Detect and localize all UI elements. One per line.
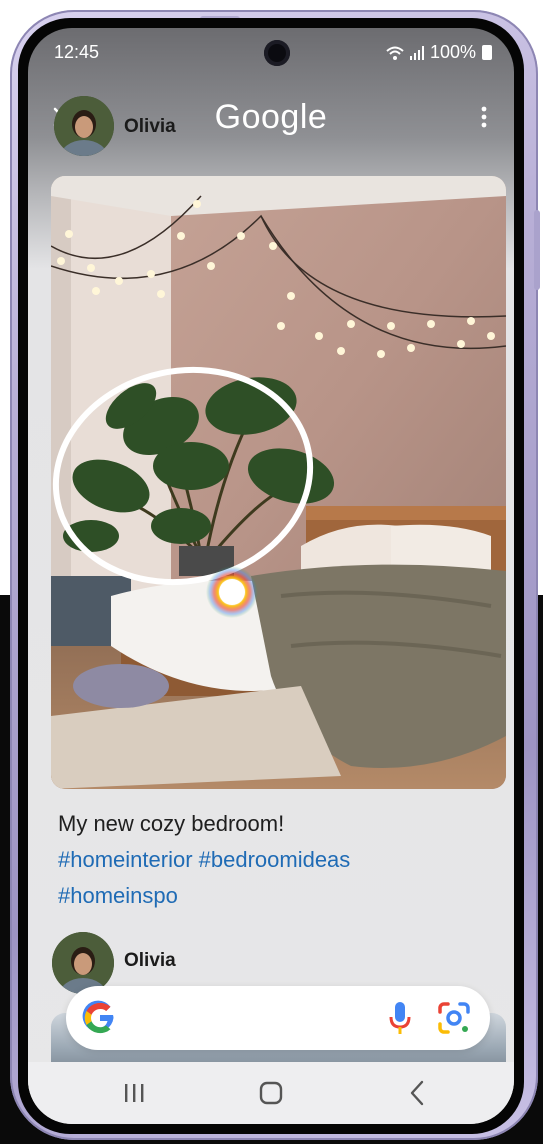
post-image[interactable] xyxy=(51,176,506,789)
wifi-icon xyxy=(386,46,404,60)
google-lens-icon[interactable] xyxy=(436,1000,472,1036)
hashtags-line-2[interactable]: #homeinspo xyxy=(58,878,498,914)
front-camera xyxy=(264,40,290,66)
google-g-icon xyxy=(82,1000,114,1034)
volume-button xyxy=(534,210,540,290)
more-options-icon[interactable] xyxy=(480,106,488,128)
caption-text: My new cozy bedroom! xyxy=(58,811,285,836)
google-search-bar[interactable] xyxy=(66,986,490,1050)
page-title: Google xyxy=(214,98,328,136)
hashtags-line-1[interactable]: #homeinterior #bedroomideas xyxy=(58,842,498,878)
battery-icon xyxy=(482,45,492,60)
next-post-avatar[interactable] xyxy=(52,932,114,994)
status-bar: 12:45 100% xyxy=(28,28,514,76)
post-caption: My new cozy bedroom! #homeinterior #bedr… xyxy=(58,806,498,914)
home-icon[interactable] xyxy=(251,1076,291,1110)
recents-icon[interactable] xyxy=(114,1076,154,1110)
signal-icon xyxy=(409,45,424,60)
status-right: 100% xyxy=(386,42,492,63)
phone-screen: 12:45 100% Olivia Google My new cozy bed… xyxy=(28,28,514,1124)
status-time: 12:45 xyxy=(54,42,100,62)
back-icon[interactable] xyxy=(398,1076,438,1110)
microphone-icon[interactable] xyxy=(388,1000,412,1036)
battery-percent: 100% xyxy=(429,42,476,62)
navigation-bar xyxy=(28,1062,514,1124)
next-post-username[interactable]: Olivia xyxy=(124,950,176,972)
